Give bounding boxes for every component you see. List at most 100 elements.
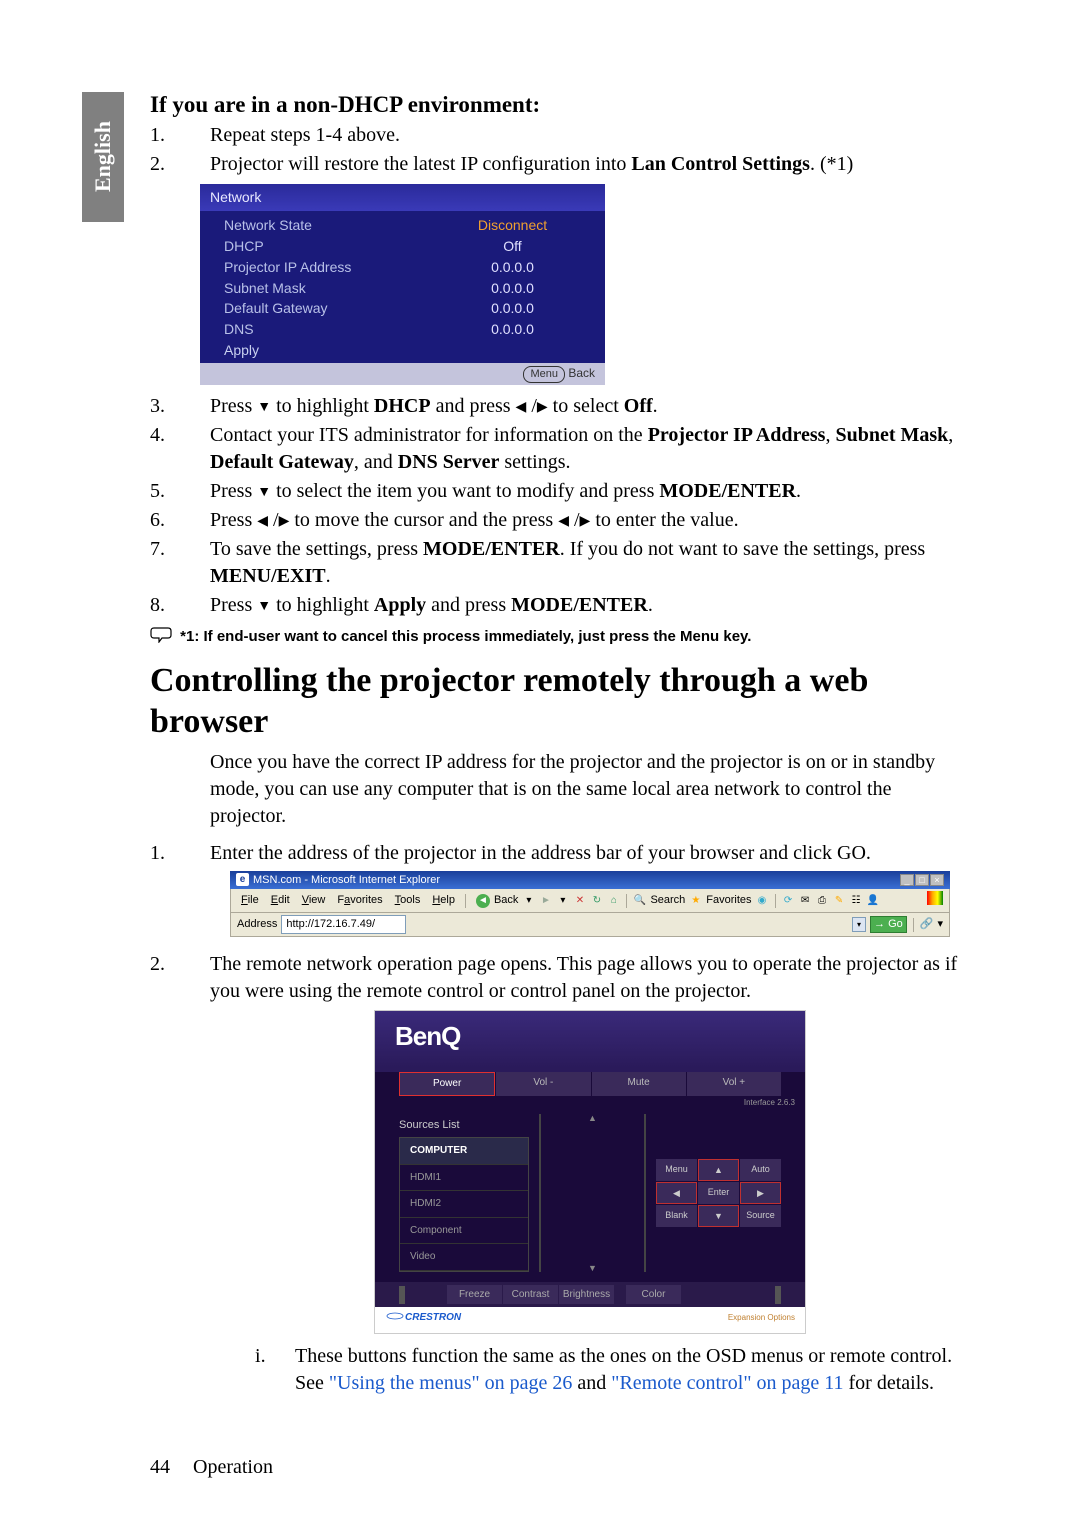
- source-button[interactable]: Source: [740, 1205, 781, 1227]
- expansion-options-link[interactable]: Expansion Options: [728, 1313, 795, 1324]
- back-label[interactable]: Back: [494, 893, 518, 908]
- step-5: Press ▼ to select the item you want to m…: [210, 478, 970, 505]
- source-hdmi2[interactable]: HDMI2: [400, 1191, 528, 1218]
- subheading-non-dhcp: If you are in a non-DHCP environment:: [150, 92, 970, 118]
- messenger-icon[interactable]: 👤: [867, 894, 880, 907]
- menu-help[interactable]: Help: [428, 893, 459, 908]
- down-arrow-icon: ▼: [257, 484, 271, 503]
- vol-down-button[interactable]: Vol -: [496, 1072, 590, 1096]
- windows-flag-icon: [927, 891, 943, 905]
- menu-file[interactable]: File: [237, 893, 263, 908]
- home-icon[interactable]: ⌂: [607, 894, 620, 907]
- roman-list: These buttons function the same as the o…: [210, 1343, 970, 1397]
- down-button[interactable]: ▼: [698, 1205, 739, 1227]
- scroll-up-icon[interactable]: ▲: [588, 1112, 597, 1124]
- footnote-text: *1: If end-user want to cancel this proc…: [180, 628, 751, 645]
- section-name: Operation: [193, 1456, 273, 1478]
- benq-logo: BenQ: [395, 1021, 460, 1051]
- edit-icon[interactable]: ✎: [833, 894, 846, 907]
- page-content: If you are in a non-DHCP environment: Re…: [0, 0, 1080, 1439]
- link-using-menus[interactable]: "Using the menus" on page 26: [329, 1372, 573, 1394]
- link-remote-control[interactable]: "Remote control" on page 11: [611, 1372, 843, 1394]
- favorites-icon[interactable]: ★: [689, 894, 702, 907]
- slider-left-icon[interactable]: [399, 1286, 405, 1304]
- intro-paragraph: Once you have the correct IP address for…: [150, 749, 970, 830]
- links-icon[interactable]: 🔗: [920, 917, 934, 932]
- address-input[interactable]: http://172.16.7.49/: [281, 915, 406, 934]
- crestron-logo: [385, 1311, 405, 1325]
- up-button[interactable]: ▲: [698, 1159, 739, 1181]
- menu-favorites[interactable]: Favorites: [333, 893, 386, 908]
- step-2: Projector will restore the latest IP con…: [210, 151, 970, 391]
- back-icon[interactable]: ◄: [476, 894, 490, 908]
- network-panel-title: Network: [200, 184, 605, 211]
- browser-title: MSN.com - Microsoft Internet Explorer: [253, 873, 440, 888]
- dropdown-icon[interactable]: ▾: [522, 894, 535, 907]
- history-icon[interactable]: ⟳: [782, 894, 795, 907]
- menu-button-hint: Menu: [523, 366, 565, 383]
- close-icon[interactable]: ×: [930, 874, 944, 886]
- contrast-button[interactable]: Contrast: [503, 1285, 558, 1305]
- discuss-icon[interactable]: ☷: [850, 894, 863, 907]
- left-button[interactable]: ◀: [656, 1182, 697, 1204]
- page-footer: CRESTRON Expansion Options: [375, 1307, 805, 1329]
- menu-button[interactable]: Menu: [656, 1159, 697, 1181]
- search-icon[interactable]: 🔍: [633, 894, 646, 907]
- note-icon: [150, 627, 176, 647]
- maximize-icon[interactable]: □: [915, 874, 929, 886]
- dns-label: DNS: [224, 320, 444, 339]
- go-button[interactable]: → Go: [870, 916, 907, 933]
- dropdown-icon[interactable]: ▾: [556, 894, 569, 907]
- enter-button[interactable]: Enter: [698, 1182, 739, 1204]
- step-4: Contact your ITS administrator for infor…: [210, 422, 970, 476]
- back-hint: Back: [568, 366, 595, 380]
- ip-label: Projector IP Address: [224, 258, 444, 277]
- menu-edit[interactable]: Edit: [267, 893, 294, 908]
- sources-header: Sources List: [399, 1114, 529, 1137]
- left-arrow-icon: ◀: [516, 399, 527, 418]
- right-arrow-icon: ▶: [279, 513, 290, 532]
- brand-header: BenQ: [375, 1011, 805, 1068]
- ip-value: 0.0.0.0: [444, 258, 581, 277]
- scroll-down-icon[interactable]: ▼: [588, 1262, 597, 1274]
- slider-right-icon[interactable]: [775, 1286, 781, 1304]
- source-component[interactable]: Component: [400, 1218, 528, 1245]
- ie-icon: e: [236, 873, 249, 886]
- address-dropdown-icon[interactable]: ▾: [852, 917, 866, 932]
- power-button[interactable]: Power: [399, 1072, 495, 1096]
- mute-button[interactable]: Mute: [592, 1072, 686, 1096]
- mail-icon[interactable]: ✉: [799, 894, 812, 907]
- dns-value: 0.0.0.0: [444, 320, 581, 339]
- source-computer[interactable]: COMPUTER: [400, 1138, 528, 1165]
- freeze-button[interactable]: Freeze: [447, 1285, 502, 1305]
- minimize-icon[interactable]: _: [900, 874, 914, 886]
- search-label[interactable]: Search: [650, 893, 685, 908]
- right-button[interactable]: ▶: [740, 1182, 781, 1204]
- step-1: Repeat steps 1-4 above.: [210, 122, 970, 149]
- media-icon[interactable]: ◉: [756, 894, 769, 907]
- dropdown-icon[interactable]: ▾: [937, 917, 943, 932]
- stop-icon[interactable]: ✕: [573, 894, 586, 907]
- color-button[interactable]: Color: [626, 1285, 681, 1305]
- menu-view[interactable]: View: [298, 893, 330, 908]
- step-8: Press ▼ to highlight Apply and press MOD…: [210, 592, 970, 619]
- brightness-button[interactable]: Brightness: [559, 1285, 614, 1305]
- auto-button[interactable]: Auto: [740, 1159, 781, 1181]
- source-video[interactable]: Video: [400, 1244, 528, 1271]
- down-arrow-icon: ▼: [257, 598, 271, 617]
- apply-label: Apply: [200, 340, 605, 361]
- interface-version: Interface 2.6.3: [375, 1096, 805, 1111]
- refresh-icon[interactable]: ↻: [590, 894, 603, 907]
- left-arrow-icon: ◀: [257, 513, 268, 532]
- source-hdmi1[interactable]: HDMI1: [400, 1165, 528, 1192]
- browser-menu-bar: File Edit View Favorites Tools Help ◄ Ba…: [230, 889, 950, 913]
- roman-i: These buttons function the same as the o…: [295, 1343, 970, 1397]
- blank-button[interactable]: Blank: [656, 1205, 697, 1227]
- footnote: *1: If end-user want to cancel this proc…: [150, 627, 970, 647]
- crestron-label: CRESTRON: [405, 1311, 461, 1325]
- forward-icon[interactable]: ►: [539, 894, 552, 907]
- print-icon[interactable]: ⎙: [816, 894, 829, 907]
- vol-up-button[interactable]: Vol +: [687, 1072, 781, 1096]
- menu-tools[interactable]: Tools: [391, 893, 425, 908]
- favorites-label[interactable]: Favorites: [706, 893, 751, 908]
